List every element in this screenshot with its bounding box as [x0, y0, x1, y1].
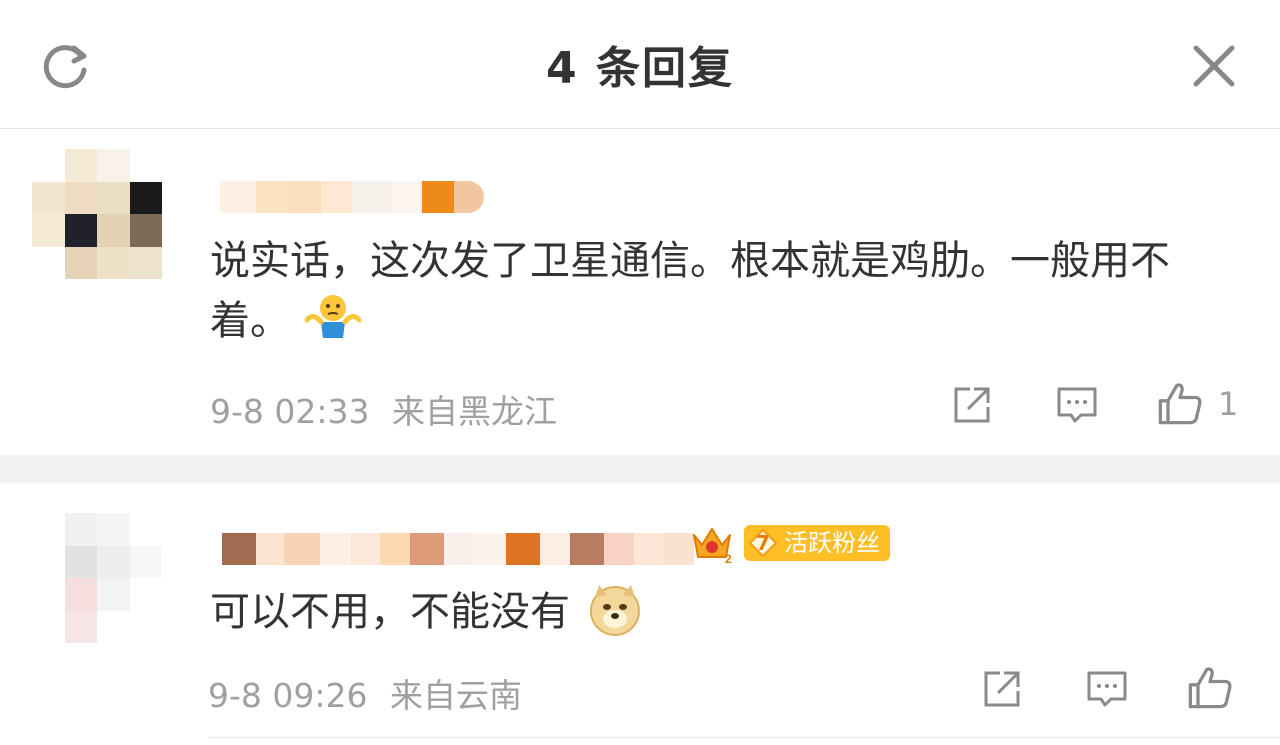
comment-time: 9-8 02:33 — [210, 392, 370, 431]
close-icon[interactable] — [1190, 42, 1238, 90]
fan-level: 7 — [756, 531, 770, 555]
fan-level-icon: 7 — [748, 528, 778, 558]
crown-level: 2 — [725, 552, 732, 565]
comment-icon[interactable] — [1055, 383, 1099, 427]
comment-text-content: 可以不用，不能没有 — [210, 589, 570, 635]
crown-icon: 2 — [693, 528, 732, 565]
comment-location: 来自云南 — [390, 676, 522, 715]
comment-meta: 9-8 02:33 来自黑龙江 — [210, 385, 557, 433]
comment-icon[interactable] — [1085, 667, 1129, 711]
fan-label: 活跃粉丝 — [784, 529, 880, 557]
avatar[interactable] — [32, 149, 162, 279]
username-blurred[interactable] — [222, 533, 694, 565]
section-divider — [0, 455, 1280, 483]
shrug-emoji-icon — [304, 295, 362, 338]
share-icon[interactable] — [980, 667, 1024, 711]
fan-badge[interactable]: 7 活跃粉丝 — [744, 525, 890, 561]
header: 4 条回复 — [0, 0, 1280, 129]
username-blurred[interactable] — [220, 181, 484, 213]
page-title: 4 条回复 — [546, 43, 734, 94]
like-count: 1 — [1218, 385, 1239, 423]
bottom-divider — [208, 737, 1280, 738]
comment-meta: 9-8 09:26 来自云南 — [208, 669, 522, 717]
comment-text: 说实话，这次发了卫星通信。根本就是鸡肋。一般用不着。 — [210, 231, 1230, 351]
comment-location: 来自黑龙江 — [392, 392, 557, 431]
comment-text: 可以不用，不能没有 — [210, 581, 643, 642]
doge-emoji-icon — [589, 585, 640, 636]
like-icon[interactable] — [1186, 663, 1234, 711]
share-icon[interactable] — [950, 383, 994, 427]
comment-time: 9-8 09:26 — [208, 676, 368, 715]
like-icon[interactable] — [1156, 379, 1204, 427]
comment-item: 说实话，这次发了卫星通信。根本就是鸡肋。一般用不着。 9-8 02:33 来自黑… — [0, 129, 1280, 455]
comment-item: 2 7 活跃粉丝 可以不用，不能没有 9-8 09:26 来自云南 — [0, 483, 1280, 745]
avatar[interactable] — [32, 513, 162, 643]
